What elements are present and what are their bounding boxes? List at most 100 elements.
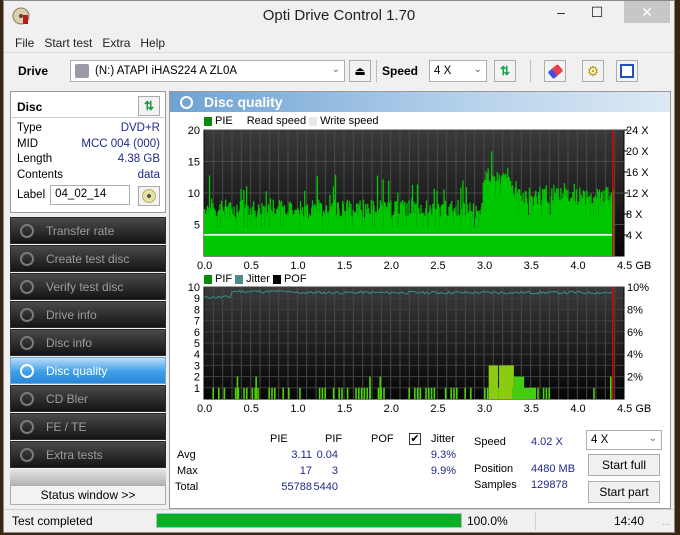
disc-button[interactable] — [138, 186, 160, 206]
start-full-button[interactable]: Start full — [588, 454, 660, 476]
sidebar-item-drive-info[interactable]: Drive info — [10, 301, 166, 328]
menu-extra[interactable]: Extra — [102, 36, 130, 50]
field-value: data — [137, 168, 160, 181]
sidebar-item-disc-info[interactable]: Disc info — [10, 329, 166, 356]
sidebar-item-extra-tests[interactable]: Extra tests — [10, 441, 166, 468]
erase-icon — [547, 63, 563, 79]
pif-bar — [464, 387, 466, 399]
toolbar: Drive (N:) ATAPI iHAS224 A ZL0A ⌄ ⏏ Spee… — [4, 53, 674, 89]
sidebar-item-verify-test-disc[interactable]: Verify test disc — [10, 273, 166, 300]
save-button[interactable] — [616, 60, 638, 82]
disc-field-type: Type DVD+R — [11, 121, 165, 137]
sidebar-item-label: CD Bler — [46, 391, 89, 406]
position-value: 4480 MB — [531, 463, 576, 475]
sidebar-item-cd-bler[interactable]: CD Bler — [10, 385, 166, 412]
pif-bar — [257, 387, 259, 399]
disc-icon — [20, 307, 34, 322]
sidebar-item-label: Disc quality — [46, 363, 108, 378]
sidebar-item-label: Create test disc — [46, 251, 130, 266]
eject-button[interactable]: ⏏ — [349, 60, 371, 82]
pif-spike — [610, 376, 612, 399]
menu-file[interactable]: File — [15, 36, 34, 50]
y2-tick-label: 4 X — [626, 230, 643, 242]
disc-icon — [180, 96, 193, 109]
test-speed-select[interactable]: 4 X ⌄ — [586, 430, 662, 450]
pif-block — [512, 387, 536, 399]
pif-bar — [243, 387, 245, 399]
panel-header: Disc quality — [170, 92, 670, 112]
disc-field-length: Length 4.38 GB — [11, 152, 165, 168]
status-time: 14:40 — [614, 514, 645, 528]
stats-header-jitter: Jitter — [431, 433, 455, 445]
status-window-button[interactable]: Status window >> — [10, 485, 166, 505]
sidebar-item-fe-te[interactable]: FE / TE — [10, 413, 166, 440]
menu-start-test[interactable]: Start test — [44, 36, 92, 50]
pif-bar — [537, 387, 539, 399]
pif-spike — [236, 376, 239, 399]
pif-bar — [271, 387, 273, 399]
start-part-button[interactable]: Start part — [588, 481, 660, 503]
samples-label: Samples — [474, 479, 517, 491]
disc-label-input[interactable]: 04_02_14 — [50, 185, 131, 205]
status-bar: Test completed 100.0% 14:40 ⋯ — [4, 509, 674, 533]
x-tick-label: 1.0 — [290, 260, 305, 272]
drive-select[interactable]: (N:) ATAPI iHAS224 A ZL0A ⌄ — [70, 60, 345, 82]
stats-avg-pie: 3.11 — [291, 449, 312, 461]
y2-tick-label: 24 X — [626, 125, 649, 137]
menu-help[interactable]: Help — [140, 36, 165, 50]
pif-bar — [366, 387, 368, 399]
erase-button[interactable] — [544, 60, 566, 82]
close-button[interactable]: ✕ — [624, 1, 670, 23]
stats-header-pif: PIF — [325, 433, 343, 445]
pif-bar — [282, 387, 284, 399]
maximize-button[interactable]: ☐ — [582, 1, 612, 23]
y-tick-label: 20 — [188, 125, 200, 137]
jitter-checkbox[interactable]: ✔ — [409, 433, 421, 445]
sidebar-item-transfer-rate[interactable]: Transfer rate — [10, 217, 166, 244]
y-tick-label: 2 — [194, 372, 200, 384]
y-tick-label: 4 — [194, 349, 200, 361]
disc-refresh-button[interactable]: ⇅ — [138, 96, 160, 116]
pif-bar — [414, 387, 416, 399]
title-bar: Opti Drive Control 1.70 ‒ ☐ ✕ — [4, 1, 674, 33]
pif-bar — [542, 387, 545, 399]
pif-bar — [318, 387, 321, 399]
chevron-down-icon: ⌄ — [648, 433, 657, 444]
field-key: Type — [17, 122, 42, 134]
speed-select[interactable]: 4 X ⌄ — [429, 60, 487, 82]
progress-bar — [156, 513, 462, 528]
sidebar-item-label: FE / TE — [46, 419, 87, 434]
sidebar-item-create-test-disc[interactable]: Create test disc — [10, 245, 166, 272]
pif-bar — [234, 387, 237, 399]
pif-bar — [299, 387, 301, 399]
sidebar-item-label: Extra tests — [46, 447, 103, 462]
pif-bar — [444, 387, 447, 399]
y2-tick-label: 6% — [627, 327, 643, 339]
disc-icon — [20, 419, 34, 434]
pif-bar — [425, 387, 427, 399]
resize-grip-icon[interactable]: ⋯ — [662, 520, 670, 529]
left-panel: Disc ⇅ Type DVD+R MID MCC 004 (000) Length… — [10, 91, 166, 509]
refresh-icon: ⇅ — [499, 64, 511, 78]
refresh-button[interactable]: ⇅ — [494, 60, 516, 82]
y-tick-label: 5 — [194, 220, 200, 232]
pif-bar — [355, 387, 357, 399]
sidebar-item-label: Disc info — [46, 335, 93, 350]
settings-button[interactable]: ⚙ — [582, 60, 604, 82]
disc-quality-panel: Disc quality PIE Read speed Write speed … — [169, 91, 671, 509]
pif-bar — [548, 387, 550, 399]
y-tick-label: 10 — [188, 282, 200, 294]
x-tick-label: 1.0 — [290, 403, 305, 415]
settings-icon: ⚙ — [586, 62, 600, 79]
x-tick-label: 3.0 — [477, 403, 492, 415]
pif-bar — [212, 387, 214, 399]
cd-icon — [142, 189, 156, 203]
stats-header-pof: POF — [371, 433, 394, 445]
minimize-button[interactable]: ‒ — [546, 1, 576, 23]
pif-bar — [218, 387, 220, 399]
y-tick-label: 6 — [194, 327, 200, 339]
toolbar-separator — [376, 60, 377, 82]
sidebar-item-disc-quality[interactable]: Disc quality — [10, 357, 166, 384]
stats-avg-pif: 0.04 — [316, 449, 338, 461]
pif-bar — [456, 387, 458, 399]
